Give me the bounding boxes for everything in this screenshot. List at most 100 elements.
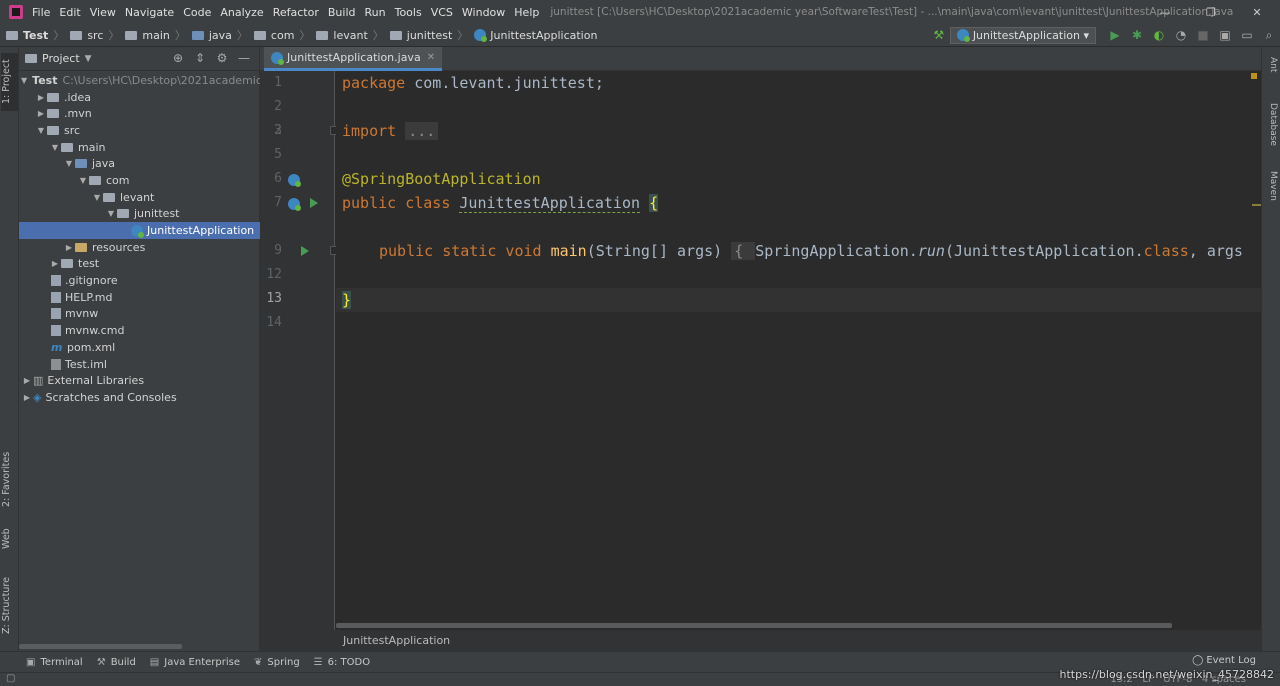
folded-imports[interactable]: ... — [405, 122, 439, 140]
event-log-button[interactable]: ◯ Event Log — [1192, 655, 1256, 666]
close-tab-icon[interactable]: ✕ — [427, 52, 435, 63]
crumb-com[interactable]: com 〉 — [253, 27, 310, 43]
debug-icon[interactable]: ✱ — [1126, 28, 1148, 42]
tree-node-mvnw-cmd[interactable]: mvnw.cmd — [19, 322, 260, 339]
tree-node-scratches[interactable]: ▶ ◈ Scratches and Consoles — [19, 389, 260, 406]
tree-node-src[interactable]: ▼ src — [19, 122, 260, 139]
menu-file[interactable]: File — [32, 6, 50, 19]
crumb-levant[interactable]: levant 〉 — [316, 27, 384, 43]
menu-help[interactable]: Help — [514, 6, 539, 19]
expanded-arrow-icon[interactable]: ▼ — [63, 159, 75, 168]
menu-code[interactable]: Code — [183, 6, 211, 19]
expanded-arrow-icon[interactable]: ▼ — [77, 176, 89, 185]
tree-node-mvnw[interactable]: mvnw — [19, 306, 260, 323]
tab-junittestapplication-java[interactable]: JunittestApplication.java ✕ — [264, 47, 443, 71]
crumb-src[interactable]: src 〉 — [70, 27, 119, 43]
presentation-icon[interactable]: ▭ — [1236, 28, 1258, 42]
tree-node-resources[interactable]: ▶ resources — [19, 239, 260, 256]
crumb-junittest[interactable]: junittest 〉 — [389, 27, 468, 43]
structure-tool-tab[interactable]: Z: Structure — [1, 575, 18, 637]
menu-navigate[interactable]: Navigate — [125, 6, 174, 19]
folded-method-body[interactable]: { — [731, 242, 756, 260]
tree-node-help-md[interactable]: HELP.md — [19, 289, 260, 306]
gear-icon[interactable]: ⚙ — [211, 51, 233, 65]
run-main-gutter-icon[interactable] — [301, 246, 309, 256]
hide-icon[interactable]: — — [233, 51, 255, 65]
expanded-arrow-icon[interactable]: ▼ — [21, 76, 27, 85]
locate-target-icon[interactable]: ⊕ — [167, 51, 189, 65]
todo-tool-button[interactable]: ☰ 6: TODO — [314, 657, 370, 668]
project-tool-tab[interactable]: 1: Project — [1, 53, 18, 111]
menu-tools[interactable]: Tools — [395, 6, 422, 19]
collapsed-arrow-icon[interactable]: ▶ — [63, 243, 75, 252]
collapse-all-icon[interactable]: ⇕ — [189, 51, 211, 65]
tree-node-pom-xml[interactable]: m pom.xml — [19, 339, 260, 356]
warning-stripe[interactable] — [1252, 204, 1261, 206]
restore-icon[interactable]: ❐ — [1188, 6, 1234, 19]
collapsed-arrow-icon[interactable]: ▶ — [21, 393, 33, 402]
minimize-icon[interactable]: — — [1142, 6, 1188, 19]
search-everywhere-icon[interactable]: ⌕ — [1258, 28, 1280, 43]
menu-analyze[interactable]: Analyze — [220, 6, 263, 19]
code-editor[interactable]: package com.levant.junittest; import ...… — [336, 71, 1261, 622]
chevron-down-icon[interactable]: ▼ — [85, 54, 92, 64]
run-class-gutter-icon[interactable] — [310, 198, 318, 208]
project-structure-icon[interactable]: ▣ — [1214, 28, 1236, 42]
expanded-arrow-icon[interactable]: ▼ — [35, 126, 47, 135]
menu-refactor[interactable]: Refactor — [273, 6, 319, 19]
collapsed-arrow-icon[interactable]: ▶ — [35, 93, 47, 102]
menu-build[interactable]: Build — [328, 6, 356, 19]
profile-icon[interactable]: ◔ — [1170, 28, 1192, 42]
menu-vcs[interactable]: VCS — [431, 6, 453, 19]
expanded-arrow-icon[interactable]: ▼ — [91, 193, 103, 202]
web-tool-tab[interactable]: Web — [1, 525, 18, 553]
maven-tool-tab[interactable]: Maven — [1264, 171, 1278, 217]
tree-node-levant[interactable]: ▼ levant — [19, 189, 260, 206]
collapsed-arrow-icon[interactable]: ▶ — [35, 109, 47, 118]
expanded-arrow-icon[interactable]: ▼ — [105, 209, 117, 218]
terminal-tool-button[interactable]: ▣ Terminal — [26, 657, 83, 668]
project-view-dropdown[interactable]: Project — [42, 52, 80, 65]
editor-breadcrumb[interactable]: JunittestApplication — [260, 630, 1261, 651]
spring-bean-icon[interactable] — [288, 198, 301, 211]
menu-view[interactable]: View — [90, 6, 116, 19]
tree-node-junittest[interactable]: ▼ junittest — [19, 206, 260, 223]
editor-horizontal-scrollbar[interactable] — [336, 622, 1261, 629]
layout-toggle-icon[interactable]: ▢ — [6, 673, 15, 684]
collapsed-arrow-icon[interactable]: ▶ — [49, 259, 61, 268]
menu-run[interactable]: Run — [365, 6, 386, 19]
run-icon[interactable]: ▶ — [1104, 28, 1126, 42]
collapsed-arrow-icon[interactable]: ▶ — [21, 376, 33, 385]
tree-node-test[interactable]: ▶ test — [19, 256, 260, 273]
tree-node-test-iml[interactable]: Test.iml — [19, 356, 260, 373]
spring-bean-icon[interactable] — [288, 174, 301, 187]
build-tool-button[interactable]: ⚒ Build — [97, 657, 136, 668]
spring-tool-button[interactable]: ❦ Spring — [254, 657, 300, 668]
expanded-arrow-icon[interactable]: ▼ — [49, 143, 61, 152]
crumb-java[interactable]: java 〉 — [191, 27, 248, 43]
crumb-main[interactable]: main 〉 — [125, 27, 186, 43]
coverage-icon[interactable]: ◐ — [1148, 28, 1170, 42]
tree-node-idea[interactable]: ▶ .idea — [19, 89, 260, 106]
tree-node-root[interactable]: ▼ Test C:\Users\HC\Desktop\2021academic y — [19, 72, 260, 89]
stop-icon[interactable]: ■ — [1192, 28, 1214, 42]
build-hammer-icon[interactable]: ⚒ — [928, 28, 950, 42]
database-tool-tab[interactable]: Database — [1264, 103, 1278, 163]
inspection-marker-icon[interactable] — [1251, 73, 1257, 79]
close-icon[interactable]: ✕ — [1234, 6, 1280, 19]
tree-node-com[interactable]: ▼ com — [19, 172, 260, 189]
tree-node-external-libraries[interactable]: ▶ ▥ External Libraries — [19, 372, 260, 389]
favorites-tool-tab[interactable]: 2: Favorites — [1, 449, 18, 509]
tree-node-gitignore[interactable]: .gitignore — [19, 272, 260, 289]
menu-edit[interactable]: Edit — [59, 6, 80, 19]
tree-node-java[interactable]: ▼ java — [19, 155, 260, 172]
tree-node-junittestapplication[interactable]: JunittestApplication — [19, 222, 260, 239]
project-horizontal-scrollbar[interactable] — [19, 644, 182, 649]
crumb-class[interactable]: JunittestApplication — [474, 29, 597, 42]
tree-node-main[interactable]: ▼ main — [19, 139, 260, 156]
tree-node-mvn[interactable]: ▶ .mvn — [19, 105, 260, 122]
menu-window[interactable]: Window — [462, 6, 505, 19]
ant-tool-tab[interactable]: Ant — [1264, 57, 1278, 87]
crumb-test[interactable]: Test 〉 — [6, 27, 64, 43]
java-enterprise-tool-button[interactable]: ▤ Java Enterprise — [150, 657, 240, 668]
